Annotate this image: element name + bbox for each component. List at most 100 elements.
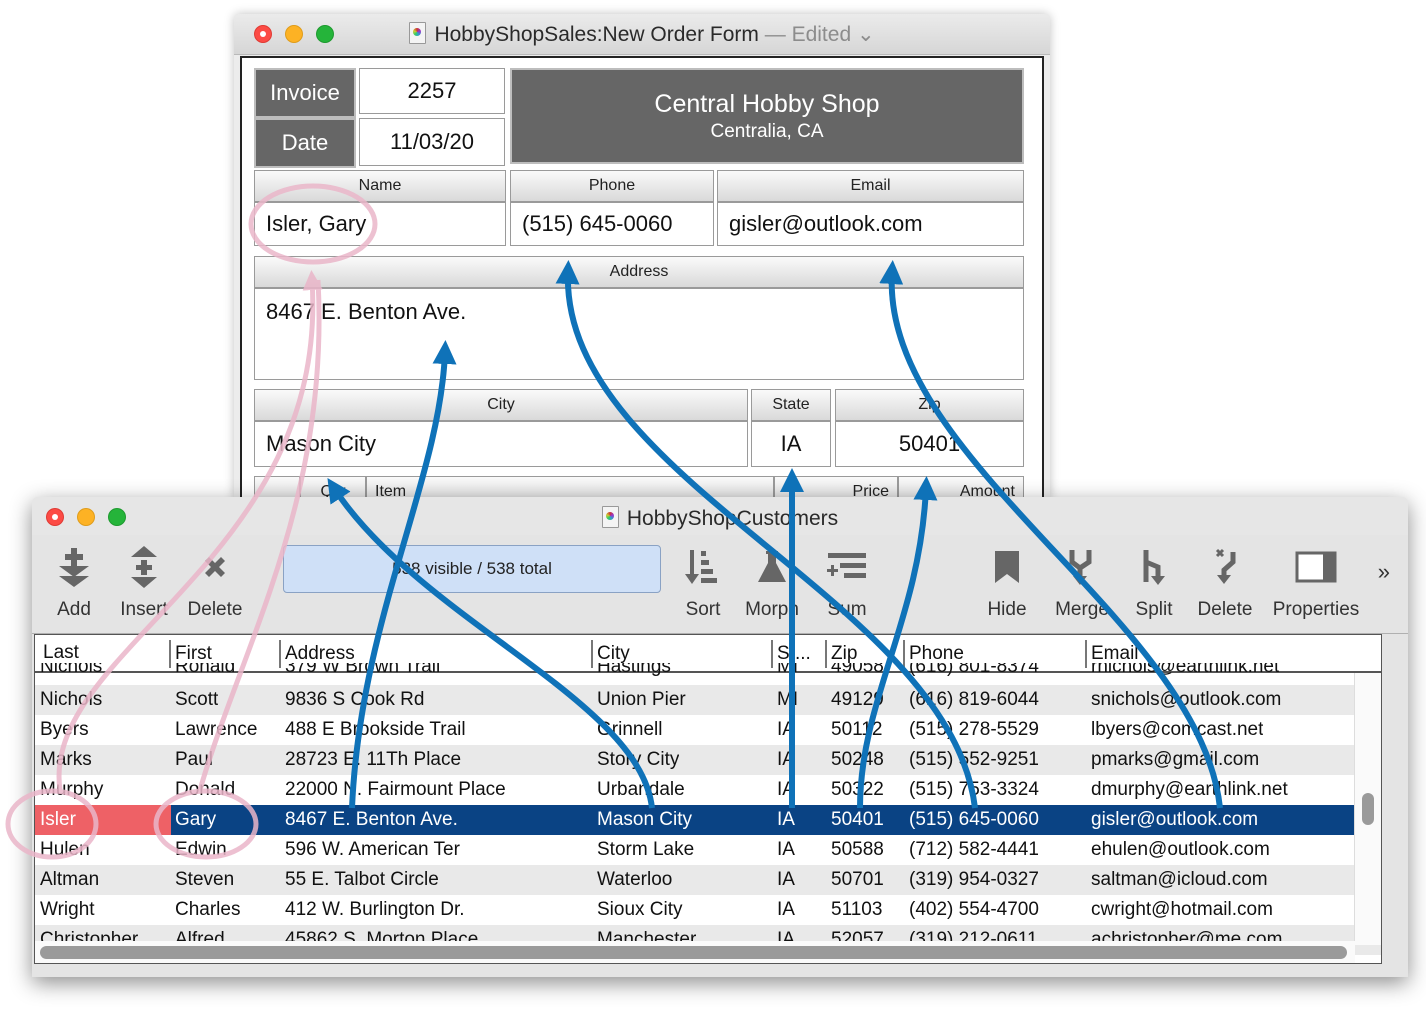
cell-phone[interactable]: (616) 819-6044 xyxy=(909,685,1039,715)
table-row[interactable]: Byers Lawrence 488 E Brookside Trail Grinne… xyxy=(35,715,1381,745)
cell-zip[interactable]: 50588 xyxy=(831,835,884,865)
cell-city[interactable]: Union Pier xyxy=(597,685,686,715)
cell-city[interactable]: Grinnell xyxy=(597,715,662,745)
delete-record-button[interactable]: Delete xyxy=(184,545,246,621)
horizontal-scrollbar[interactable] xyxy=(35,941,1355,963)
insert-record-button[interactable]: Insert xyxy=(116,545,172,621)
cell-state[interactable]: IA xyxy=(777,715,795,745)
cell-state[interactable]: IA xyxy=(777,775,795,805)
invoice-field[interactable]: 2257 xyxy=(359,68,505,114)
cell-last[interactable]: Altman xyxy=(35,865,171,895)
cell-state[interactable]: IA xyxy=(777,835,795,865)
cell-first[interactable]: Lawrence xyxy=(175,715,257,745)
cell-address[interactable]: 596 W. American Ter xyxy=(285,835,460,865)
cell-city[interactable]: Storm Lake xyxy=(597,835,694,865)
email-field[interactable]: gisler@outlook.com xyxy=(717,202,1024,246)
cell-email[interactable]: pmarks@gmail.com xyxy=(1091,745,1259,775)
cell-last[interactable]: Byers xyxy=(35,715,171,745)
table-row[interactable]: Wright Charles 412 W. Burlington Dr. Sioux … xyxy=(35,895,1381,925)
cell-email[interactable]: dmurphy@earthlink.net xyxy=(1091,775,1288,805)
cell-state[interactable]: IA xyxy=(777,805,795,835)
cell-address[interactable]: 9836 S Cook Rd xyxy=(285,685,424,715)
cell-email[interactable]: cwright@hotmail.com xyxy=(1091,895,1273,925)
cell-last[interactable]: Wright xyxy=(35,895,171,925)
cell-last[interactable]: Murphy xyxy=(35,775,171,805)
morph-button[interactable]: Morph xyxy=(742,545,802,621)
cell-phone[interactable]: (515) 753-3324 xyxy=(909,775,1039,805)
cell-first[interactable]: Edwin xyxy=(175,835,227,865)
cell-address[interactable]: 55 E. Talbot Circle xyxy=(285,865,439,895)
vertical-scroll-thumb[interactable] xyxy=(1362,793,1374,825)
split-button[interactable]: Split xyxy=(1132,545,1176,621)
table-row[interactable]: Nichols Ronald 379 W Brown Trail Hastings MI… xyxy=(35,663,1381,685)
properties-button[interactable]: Properties xyxy=(1268,545,1364,621)
sum-button[interactable]: Sum xyxy=(822,545,872,621)
cell-phone[interactable]: (319) 954-0327 xyxy=(909,865,1039,895)
cell-first[interactable]: Charles xyxy=(175,895,240,925)
table-row[interactable]: Marks Paul 28723 E. 11Th Place Story City IA… xyxy=(35,745,1381,775)
cell-last[interactable]: Hulen xyxy=(35,835,171,865)
cell-city[interactable]: Waterloo xyxy=(597,865,672,895)
cell-zip[interactable]: 50248 xyxy=(831,745,884,775)
cell-first[interactable]: Steven xyxy=(175,865,234,895)
cell-email[interactable]: ehulen@outlook.com xyxy=(1091,835,1270,865)
cell-email[interactable]: saltman@icloud.com xyxy=(1091,865,1268,895)
city-field[interactable]: Mason City xyxy=(254,421,748,467)
cell-email[interactable]: snichols@outlook.com xyxy=(1091,685,1281,715)
cell-last[interactable]: Isler xyxy=(35,805,171,835)
table-row-selected[interactable]: Isler Gary 8467 E. Benton Ave. Mason City IA… xyxy=(35,805,1381,835)
sort-button[interactable]: Sort xyxy=(680,545,726,621)
cell-email[interactable]: lbyers@comcast.net xyxy=(1091,715,1263,745)
cell-first[interactable]: Paul xyxy=(175,745,213,775)
cell-state[interactable]: IA xyxy=(777,865,795,895)
phone-field[interactable]: (515) 645-0060 xyxy=(510,202,714,246)
cell-phone[interactable]: (515) 278-5529 xyxy=(909,715,1039,745)
horizontal-scroll-thumb[interactable] xyxy=(40,946,1347,959)
toolbar-overflow-chevron[interactable]: » xyxy=(1378,559,1390,585)
cell-address[interactable]: 488 E Brookside Trail xyxy=(285,715,466,745)
cell-last[interactable]: Nichols xyxy=(35,685,171,715)
cell-phone[interactable]: (712) 582-4441 xyxy=(909,835,1039,865)
cell-last[interactable]: Marks xyxy=(35,745,171,775)
date-field[interactable]: 11/03/20 xyxy=(359,118,505,166)
cell-zip[interactable]: 49129 xyxy=(831,685,884,715)
cell-first[interactable]: Scott xyxy=(175,685,218,715)
cell-state[interactable]: IA xyxy=(777,895,795,925)
edited-menu[interactable]: — Edited ⌄ xyxy=(765,23,875,46)
address-field[interactable]: 8467 E. Benton Ave. xyxy=(254,288,1024,380)
add-record-button[interactable]: Add xyxy=(54,545,94,621)
cell-city[interactable]: Story City xyxy=(597,745,679,775)
cell-address[interactable]: 22000 N. Fairmount Place xyxy=(285,775,506,805)
cell-city[interactable]: Urbandale xyxy=(597,775,685,805)
cell-address[interactable]: 379 W Brown Trail xyxy=(285,663,440,685)
cell-first[interactable]: Gary xyxy=(175,805,216,835)
state-field[interactable]: IA xyxy=(751,421,831,467)
cell-city[interactable]: Hastings xyxy=(597,663,671,685)
cell-zip[interactable]: 50322 xyxy=(831,775,884,805)
cell-zip[interactable]: 50112 xyxy=(831,715,882,745)
cell-email[interactable]: rnichols@earthlink.net xyxy=(1091,663,1279,685)
merge-button[interactable]: Merge xyxy=(1050,545,1114,621)
cell-state[interactable]: IA xyxy=(777,745,795,775)
cell-phone[interactable]: (515) 645-0060 xyxy=(909,805,1039,835)
cell-phone[interactable]: (616) 801-8374 xyxy=(909,663,1039,685)
table-row[interactable]: Altman Steven 55 E. Talbot Circle Waterloo I… xyxy=(35,865,1381,895)
name-field[interactable]: Isler, Gary xyxy=(254,202,506,246)
zip-field[interactable]: 50401 xyxy=(835,421,1024,467)
cell-address[interactable]: 28723 E. 11Th Place xyxy=(285,745,461,775)
cell-city[interactable]: Mason City xyxy=(597,805,692,835)
cell-state[interactable]: MI xyxy=(777,663,798,685)
cell-zip[interactable]: 50701 xyxy=(831,865,884,895)
cell-zip[interactable]: 50401 xyxy=(831,805,884,835)
cell-address[interactable]: 412 W. Burlington Dr. xyxy=(285,895,465,925)
table-row[interactable]: Nichols Scott 9836 S Cook Rd Union Pier MI 49… xyxy=(35,685,1381,715)
cell-email[interactable]: gisler@outlook.com xyxy=(1091,805,1258,835)
cell-zip[interactable]: 49058 xyxy=(831,663,884,685)
cell-address[interactable]: 8467 E. Benton Ave. xyxy=(285,805,458,835)
table-row[interactable]: Murphy Donald 22000 N. Fairmount Place Urba… xyxy=(35,775,1381,805)
cell-zip[interactable]: 51103 xyxy=(831,895,882,925)
cell-phone[interactable]: (402) 554-4700 xyxy=(909,895,1039,925)
table-row[interactable]: Hulen Edwin 596 W. American Ter Storm Lake I… xyxy=(35,835,1381,865)
cell-first[interactable]: Ronald xyxy=(175,663,235,685)
hide-button[interactable]: Hide xyxy=(984,545,1030,621)
